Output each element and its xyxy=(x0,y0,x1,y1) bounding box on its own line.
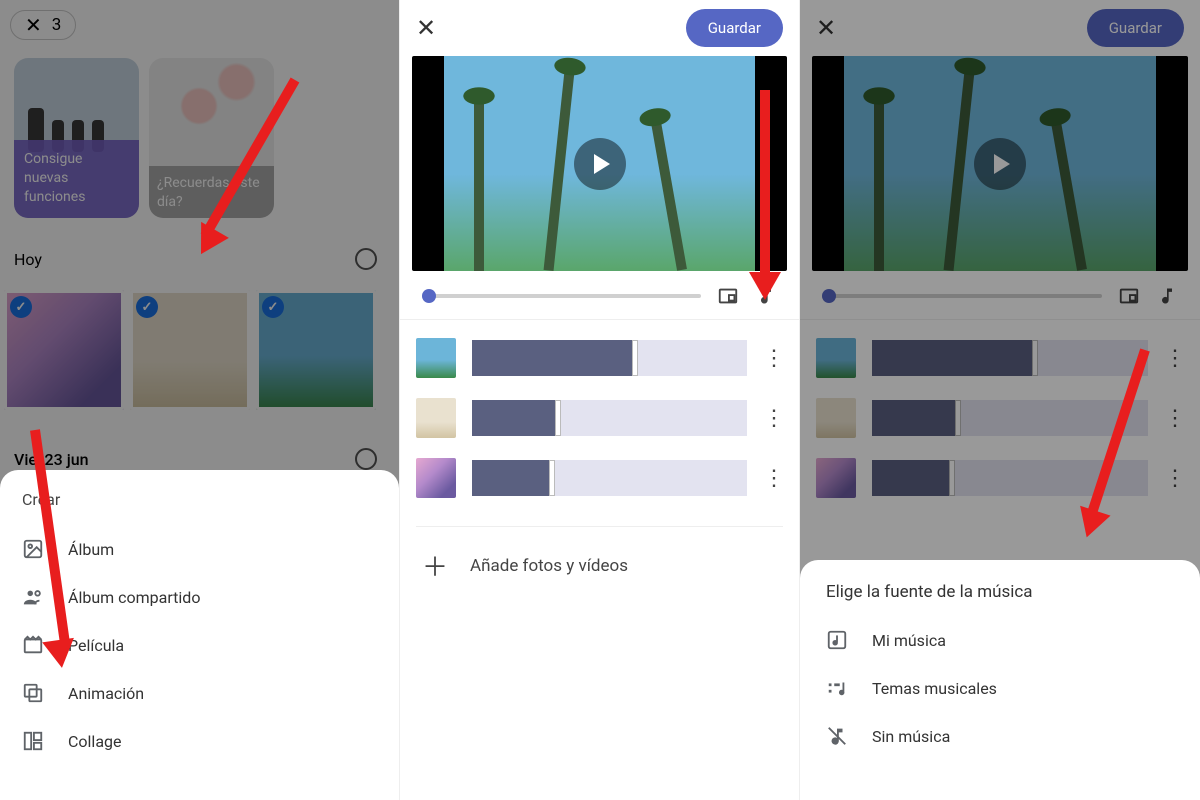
add-media-row[interactable]: ＋ Añade fotos y vídeos xyxy=(416,526,783,604)
clip-thumb[interactable] xyxy=(816,458,856,498)
clip-more-icon[interactable]: ⋮ xyxy=(1164,466,1184,491)
option-animation[interactable]: Animación xyxy=(22,669,377,717)
option-shared-album[interactable]: Álbum compartido xyxy=(22,573,377,621)
clip-trimmer[interactable] xyxy=(872,400,1148,436)
check-icon xyxy=(10,296,32,318)
select-all-today-ring[interactable] xyxy=(355,248,377,270)
save-button[interactable]: Guardar xyxy=(1087,9,1184,47)
add-media-label: Añade fotos y vídeos xyxy=(470,556,628,576)
section-today-label: Hoy xyxy=(14,250,42,269)
save-button[interactable]: Guardar xyxy=(686,9,783,47)
option-album-label: Álbum xyxy=(68,540,114,559)
clip-thumb[interactable] xyxy=(416,338,456,378)
clip-row: ⋮ xyxy=(816,388,1184,448)
timeline-slider[interactable] xyxy=(822,294,1102,298)
option-music-themes-label: Temas musicales xyxy=(872,679,997,698)
collage-icon xyxy=(22,730,44,752)
clip-row: ⋮ xyxy=(816,328,1184,388)
promo-card-memories[interactable]: ¿Recuerdas este día? xyxy=(149,58,274,218)
clip-trimmer[interactable] xyxy=(472,400,747,436)
music-source-sheet: Elige la fuente de la música Mi música T… xyxy=(800,560,1200,800)
music-note-icon[interactable] xyxy=(755,285,777,307)
animation-icon xyxy=(22,682,44,704)
shared-album-icon xyxy=(22,586,44,608)
option-collage-label: Collage xyxy=(68,732,122,751)
editor-topbar: ✕ Guardar xyxy=(400,0,799,56)
close-icon[interactable]: ✕ xyxy=(816,14,836,42)
clip-more-icon[interactable]: ⋮ xyxy=(1164,406,1184,431)
timeline-slider[interactable] xyxy=(422,294,701,298)
thumb-3[interactable] xyxy=(256,290,376,410)
panel-photo-select: ✕ 3 Consigue nuevas funciones ¿Recuerdas… xyxy=(0,0,400,800)
aspect-ratio-icon[interactable] xyxy=(717,285,739,307)
option-movie[interactable]: Película xyxy=(22,621,377,669)
option-shared-album-label: Álbum compartido xyxy=(68,588,200,607)
section-date-label: Vie, 23 jun xyxy=(14,450,89,469)
option-my-music-label: Mi música xyxy=(872,631,946,650)
clip-thumb[interactable] xyxy=(816,398,856,438)
select-all-date-ring[interactable] xyxy=(355,448,377,470)
video-preview[interactable] xyxy=(812,56,1188,271)
option-no-music-label: Sin música xyxy=(872,727,950,746)
thumb-2[interactable] xyxy=(130,290,250,410)
promo-card-features[interactable]: Consigue nuevas funciones xyxy=(14,58,139,218)
clip-more-icon[interactable]: ⋮ xyxy=(1164,346,1184,371)
check-icon xyxy=(262,296,284,318)
clip-trimmer[interactable] xyxy=(472,460,747,496)
option-movie-label: Película xyxy=(68,636,124,655)
clip-list: ⋮ ⋮ ⋮ xyxy=(400,320,799,516)
clip-thumb[interactable] xyxy=(816,338,856,378)
clip-more-icon[interactable]: ⋮ xyxy=(763,406,783,431)
close-icon[interactable]: ✕ xyxy=(416,14,436,42)
video-preview[interactable] xyxy=(412,56,787,271)
suggestion-cards: Consigue nuevas funciones ¿Recuerdas est… xyxy=(14,58,274,218)
clip-thumb[interactable] xyxy=(416,458,456,498)
aspect-ratio-icon[interactable] xyxy=(1118,285,1140,307)
plus-icon: ＋ xyxy=(422,547,446,584)
option-no-music[interactable]: Sin música xyxy=(826,712,1174,760)
no-music-icon xyxy=(826,725,848,747)
clip-list: ⋮ ⋮ ⋮ xyxy=(800,320,1200,516)
clip-row: ⋮ xyxy=(416,388,783,448)
music-themes-icon xyxy=(826,677,848,699)
option-collage[interactable]: Collage xyxy=(22,717,377,765)
play-icon[interactable] xyxy=(574,138,626,190)
option-animation-label: Animación xyxy=(68,684,144,703)
today-thumbnails xyxy=(4,290,376,410)
clip-trimmer[interactable] xyxy=(472,340,747,376)
panel-music-source: ✕ Guardar ⋮ xyxy=(800,0,1200,800)
music-note-icon[interactable] xyxy=(1156,285,1178,307)
selection-pill: ✕ 3 xyxy=(10,10,76,40)
clip-row: ⋮ xyxy=(416,328,783,388)
option-my-music[interactable]: Mi música xyxy=(826,616,1174,664)
clip-more-icon[interactable]: ⋮ xyxy=(763,346,783,371)
selection-count: 3 xyxy=(52,15,62,35)
close-selection-icon[interactable]: ✕ xyxy=(25,15,42,35)
timeline-row xyxy=(400,271,799,320)
clip-trimmer[interactable] xyxy=(872,340,1148,376)
clip-more-icon[interactable]: ⋮ xyxy=(763,466,783,491)
my-music-icon xyxy=(826,629,848,651)
music-sheet-title: Elige la fuente de la música xyxy=(826,582,1174,602)
play-icon[interactable] xyxy=(974,138,1026,190)
editor-topbar: ✕ Guardar xyxy=(800,0,1200,56)
thumb-1[interactable] xyxy=(4,290,124,410)
promo-card-features-label: Consigue nuevas funciones xyxy=(14,140,139,218)
clip-row: ⋮ xyxy=(416,448,783,508)
create-sheet: Crear Álbum Álbum compartido Película xyxy=(0,470,399,800)
option-music-themes[interactable]: Temas musicales xyxy=(826,664,1174,712)
movie-icon xyxy=(22,634,44,656)
promo-card-memories-label: ¿Recuerdas este día? xyxy=(149,166,274,218)
clip-thumb[interactable] xyxy=(416,398,456,438)
album-icon xyxy=(22,538,44,560)
option-album[interactable]: Álbum xyxy=(22,525,377,573)
clip-row: ⋮ xyxy=(816,448,1184,508)
panel-movie-editor: ✕ Guardar ⋮ xyxy=(400,0,800,800)
create-sheet-title: Crear xyxy=(22,490,377,509)
check-icon xyxy=(136,296,158,318)
timeline-row xyxy=(800,271,1200,320)
clip-trimmer[interactable] xyxy=(872,460,1148,496)
